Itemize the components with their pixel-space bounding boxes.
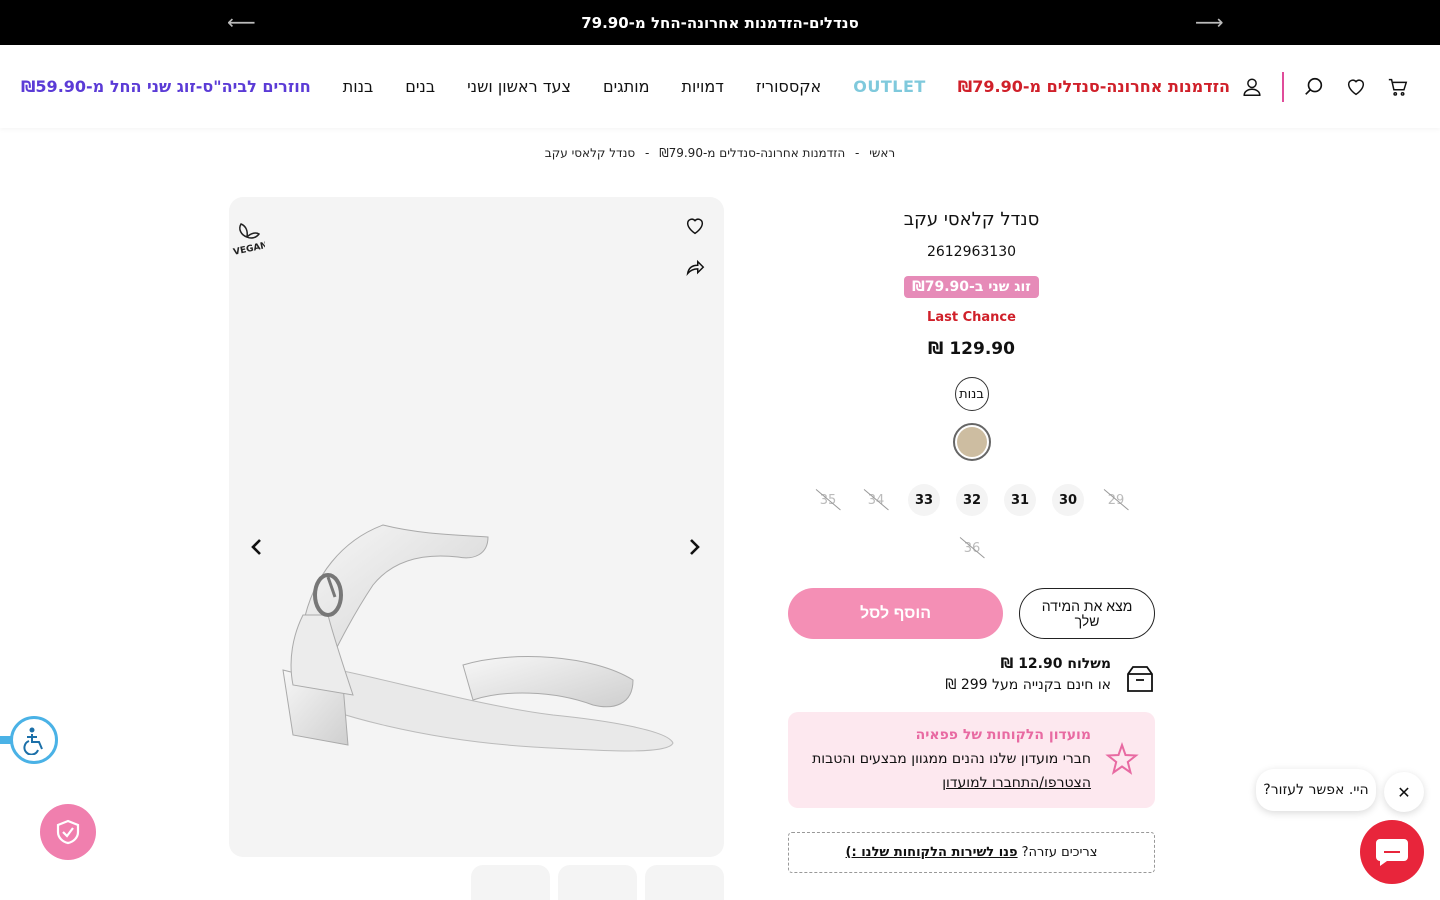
header-divider [1282,71,1284,102]
breadcrumb-separator: - [855,146,860,160]
breadcrumb-home[interactable]: ראשי [869,146,895,160]
promo-badge: זוג שני ב-₪79.90 [904,276,1039,298]
product-gallery: VEGAN [229,197,724,857]
gallery-thumbnail[interactable] [558,865,637,900]
nav-item[interactable]: בנים [405,77,435,96]
chat-icon[interactable] [1360,820,1424,884]
box-icon [1127,666,1153,692]
product-info: סנדל קלאסי עקב 2612963130 זוג שני ב-₪79.… [788,197,1155,873]
header-icons [1240,45,1410,128]
nav-item[interactable]: אקססוריז [756,77,821,96]
product-sku: 2612963130 [926,244,1017,260]
color-swatch[interactable] [952,423,991,461]
main-nav: חוזרים לביה"ס-זוג שני החל מ-₪59.90 בנות בנ… [21,45,1230,128]
announcement-next-arrow-icon[interactable]: ⟶ [1195,12,1224,32]
help-text: צריכים עזרה? [1021,845,1098,860]
size-option: 34 [860,484,892,516]
gallery-thumbnail[interactable] [645,865,724,900]
size-option[interactable]: 31 [1004,484,1036,516]
shipping-title: משלוח 12.90 ₪ [1000,656,1111,672]
chat-greeting-bubble[interactable]: היי. אפשר לעזור? [1256,769,1376,811]
loyalty-club-box: מועדון הלקוחות של פפאיה חברי מועדון שלנו… [788,712,1155,808]
gallery-wishlist-heart-icon[interactable] [681,212,709,240]
nav-item[interactable]: צעד ראשון ושני [467,77,571,96]
club-title: מועדון הלקוחות של פפאיה [915,727,1091,743]
gallery-prev-chevron-icon[interactable] [243,533,271,561]
gender-option[interactable]: בנות [954,377,989,411]
shipping-subtitle: או חינם בקנייה מעל 299 ₪ [945,677,1111,693]
gallery-next-chevron-icon[interactable] [680,533,708,561]
size-option[interactable]: 30 [1052,484,1084,516]
last-chance-label: Last Chance [927,310,1016,325]
product-actions: הוסף לסל מצא את המידה שלך [788,588,1155,639]
gallery-thumbnails [471,865,724,900]
size-selector: 29 30 31 32 33 34 35 36 [788,484,1155,574]
svg-text:VEGAN: VEGAN [232,241,265,258]
help-box: צריכים עזרה? פנו לשירות הלקוחות שלנו :) [788,832,1155,873]
nav-item[interactable]: הזדמנות אחרונה-סנדלים מ-₪79.90 [958,77,1230,96]
gallery-thumbnail[interactable] [471,865,550,900]
announcement-bar: ⟵ סנדלים-הזדמנות אחרונה-החל מ-79.90 ⟶ [0,0,1440,45]
nav-item[interactable]: בנות [343,77,374,96]
size-option: 29 [1100,484,1132,516]
club-join-link[interactable]: הצטרפו/התחברו למועדון [942,775,1091,791]
nav-item[interactable]: חוזרים לביה"ס-זוג שני החל מ-₪59.90 [21,77,311,96]
customer-service-link[interactable]: פנו לשירות הלקוחות שלנו :) [846,845,1018,860]
size-finder-button[interactable]: מצא את המידה שלך [1019,588,1155,639]
star-icon [1105,742,1139,775]
size-option: 36 [956,532,988,564]
product-image [282,524,674,752]
color-swatch-fill [956,427,987,457]
accessibility-icon[interactable] [10,716,58,764]
product-title: סנדל קלאסי עקב [903,209,1040,230]
site-header: חוזרים לביה"ס-זוג שני החל מ-₪59.90 בנות בנ… [0,45,1440,128]
user-icon[interactable] [1240,75,1264,99]
product-price: 129.90 ₪ [928,339,1015,359]
cart-icon[interactable] [1386,75,1410,99]
announcement-prev-arrow-icon[interactable]: ⟵ [227,12,256,32]
breadcrumb-category[interactable]: הזדמנות אחרונה-סנדלים מ-₪79.90 [659,146,845,160]
close-icon[interactable]: ✕ [1384,772,1424,812]
announcement-text: סנדלים-הזדמנות אחרונה-החל מ-79.90 [581,13,859,32]
share-icon[interactable] [681,254,709,282]
nav-item[interactable]: OUTLET [853,77,926,96]
heart-icon[interactable] [1344,75,1368,99]
add-to-cart-button[interactable]: הוסף לסל [788,588,1003,639]
vegan-icon: VEGAN [229,219,269,259]
shipping-info: משלוח 12.90 ₪ או חינם בקנייה מעל 299 ₪ [788,654,1155,700]
search-icon[interactable] [1302,75,1326,99]
size-option: 35 [812,484,844,516]
club-text: חברי מועדון שלנו נהנים ממגוון מבצעים והט… [812,751,1091,767]
breadcrumb-current: סנדל קלאסי עקב [544,146,636,160]
nav-item[interactable]: דמויות [682,77,724,96]
size-option[interactable]: 32 [956,484,988,516]
shield-icon[interactable] [40,804,96,860]
size-option[interactable]: 33 [908,484,940,516]
breadcrumb: ראשי - הזדמנות אחרונה-סנדלים מ-₪79.90 - … [0,146,1440,160]
nav-item[interactable]: מותגים [603,77,650,96]
breadcrumb-separator: - [645,146,650,160]
